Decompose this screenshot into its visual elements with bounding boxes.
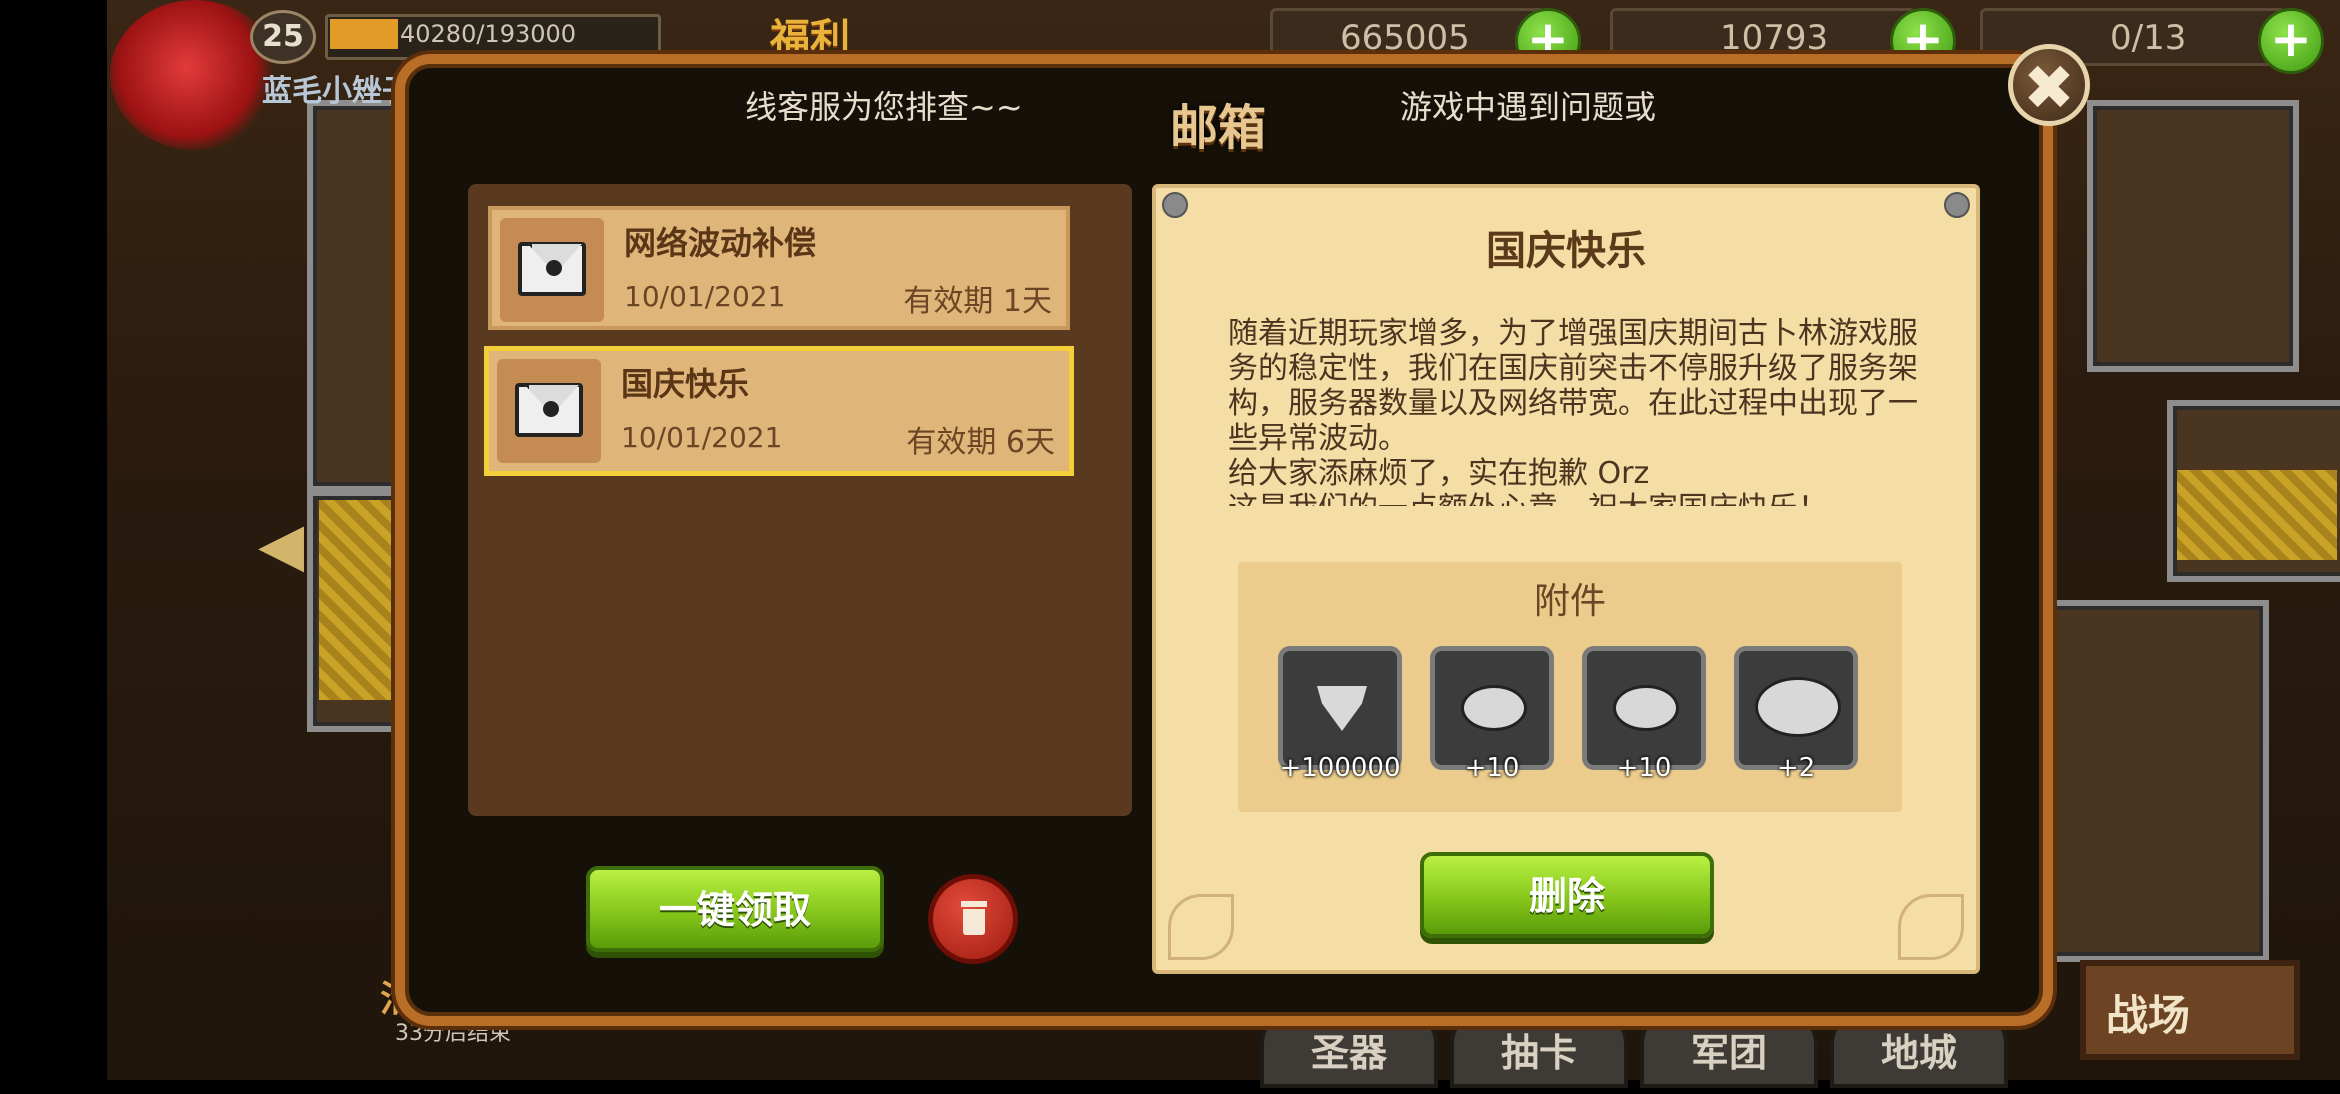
- mail-expiry: 有效期 6天: [906, 425, 1055, 460]
- player-name: 蓝毛小矬子: [262, 74, 412, 109]
- mail-detail-body[interactable]: 随着近期玩家增多，为了增强国庆期间古卜林游戏服务的稳定性，我们在国庆前突击不停服…: [1228, 316, 1928, 506]
- dialog-title: 邮箱: [1170, 100, 1267, 156]
- rivet: [1162, 192, 1188, 218]
- attachment-qty: +100000: [1279, 753, 1401, 783]
- big-boar-icon: [1755, 677, 1841, 737]
- mail-detail-panel: 国庆快乐 随着近期玩家增多，为了增强国庆期间古卜林游戏服务的稳定性，我们在国庆前…: [1152, 184, 1980, 974]
- delete-all-button[interactable]: [928, 874, 1018, 964]
- attachment-item[interactable]: +10: [1430, 646, 1554, 783]
- attachment-item[interactable]: +100000: [1278, 646, 1402, 783]
- minion-resource-value: 0/13: [2110, 18, 2187, 58]
- scroll-left-arrow-icon[interactable]: ◀: [258, 510, 304, 580]
- corner-ornament: [1168, 894, 1234, 960]
- marquee-text-left: 线客服为您排查~~: [745, 88, 1023, 126]
- gold-pile: [2177, 470, 2337, 560]
- mail-date: 10/01/2021: [621, 421, 783, 454]
- gold-resource-value: 665005: [1340, 18, 1470, 58]
- mail-list: 网络波动补偿 10/01/2021 有效期 1天 国庆快乐 10/01/2021…: [468, 184, 1132, 816]
- boar-icon: [1613, 685, 1679, 731]
- dungeon-room: [2087, 100, 2299, 372]
- attachment-qty: +10: [1464, 753, 1520, 783]
- mail-title: 网络波动补偿: [624, 224, 817, 262]
- mail-title: 国庆快乐: [621, 365, 750, 403]
- player-level-badge: 25: [250, 10, 316, 64]
- mail-item-selected[interactable]: 国庆快乐 10/01/2021 有效期 6天: [484, 346, 1074, 476]
- delete-mail-button[interactable]: 删除: [1420, 852, 1714, 938]
- mail-expiry: 有效期 1天: [903, 284, 1052, 319]
- envelope-icon: [497, 359, 601, 463]
- marquee-text-right: 游戏中遇到问题或: [1400, 88, 1657, 126]
- attachment-qty: +2: [1776, 753, 1816, 783]
- mail-detail-title: 国庆快乐: [1486, 228, 1646, 274]
- small-pig-icon: [1461, 685, 1527, 731]
- mail-date: 10/01/2021: [624, 280, 786, 313]
- xp-bar-fill: [330, 19, 398, 49]
- trash-icon: [961, 901, 987, 907]
- xp-text: 40280/193000: [400, 20, 577, 48]
- attachment-qty: +10: [1616, 753, 1672, 783]
- claim-all-button[interactable]: 一键领取: [586, 866, 884, 952]
- close-button[interactable]: ✖: [2008, 44, 2090, 126]
- envelope-icon: [500, 218, 604, 322]
- battlefield-button[interactable]: 战场: [2080, 960, 2300, 1060]
- gem-resource-value: 10793: [1720, 18, 1829, 58]
- attachments-label: 附件: [1533, 581, 1606, 622]
- mail-item[interactable]: 网络波动补偿 10/01/2021 有效期 1天: [488, 206, 1070, 330]
- attachments-box: 附件 +100000 +10 +10 +2: [1238, 562, 1902, 812]
- shield-currency-icon: [1317, 686, 1367, 731]
- attachment-item[interactable]: +10: [1582, 646, 1706, 783]
- attachment-item[interactable]: +2: [1734, 646, 1858, 783]
- add-minion-button[interactable]: +: [2258, 8, 2324, 74]
- corner-ornament: [1898, 894, 1964, 960]
- rivet: [1944, 192, 1970, 218]
